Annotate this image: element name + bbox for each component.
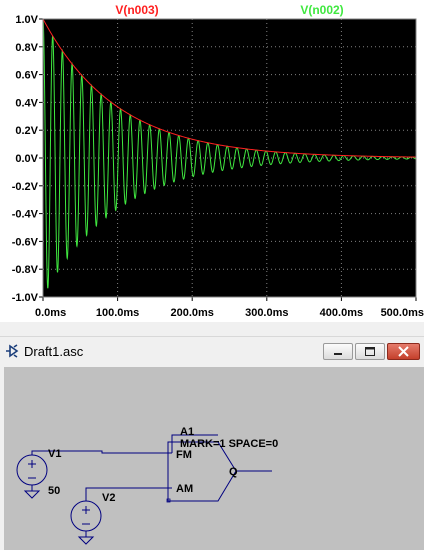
schematic-window: Draft1.asc A1 MARK=1 SPACE=0 FM AM Q V1 … (0, 336, 424, 550)
pane-splitter[interactable] (0, 322, 424, 336)
trace-label-vn003[interactable]: V(n003) (115, 3, 158, 17)
y-tick-label: 0.6V (15, 70, 38, 82)
y-tick-label: -0.6V (12, 236, 39, 248)
pin-q-label: Q (229, 466, 238, 478)
schematic-canvas[interactable]: A1 MARK=1 SPACE=0 FM AM Q V1 50 V2 (4, 367, 424, 550)
close-button[interactable] (387, 343, 420, 360)
v1-value-label: 50 (48, 485, 60, 497)
waveform-plot-pane[interactable]: 1.0V 0.8V 0.6V 0.4V 0.2V 0.0V -0.2V -0.4V -0.6V -… (0, 0, 424, 322)
modulator-a1[interactable]: A1 MARK=1 SPACE=0 FM AM Q (166, 426, 278, 503)
x-tick-label: 400.0ms (320, 307, 363, 319)
x-tick-label: 0.0ms (35, 307, 66, 319)
y-tick-label: 0.4V (15, 97, 38, 109)
x-tick-label: 500.0ms (381, 307, 424, 319)
window-titlebar[interactable]: Draft1.asc (0, 337, 424, 365)
trace-label-vn002[interactable]: V(n002) (300, 3, 343, 17)
y-tick-label: 0.0V (15, 153, 38, 165)
maximize-icon (365, 347, 375, 356)
y-tick-label: -0.2V (12, 181, 39, 193)
pin-fm-label: FM (176, 449, 192, 461)
minimize-button[interactable] (323, 343, 353, 360)
y-tick-label: 0.2V (15, 125, 38, 137)
schematic-drawing[interactable]: A1 MARK=1 SPACE=0 FM AM Q V1 50 V2 (4, 367, 424, 550)
voltage-source-v2[interactable]: V2 (70, 492, 115, 545)
x-tick-label: 200.0ms (170, 307, 213, 319)
waveform-plot[interactable]: 1.0V 0.8V 0.6V 0.4V 0.2V 0.0V -0.2V -0.4V -0.6V -… (0, 0, 424, 322)
minimize-icon (334, 353, 342, 355)
component-attrs: MARK=1 SPACE=0 (180, 438, 278, 450)
maximize-button[interactable] (355, 343, 385, 360)
y-tick-label: -1.0V (12, 292, 39, 304)
y-tick-label: 1.0V (15, 14, 38, 26)
v2-ref-label: V2 (102, 492, 115, 504)
wire-v2-am[interactable] (85, 487, 172, 501)
x-tick-label: 300.0ms (245, 307, 288, 319)
v1-ref-label: V1 (48, 448, 61, 460)
voltage-source-v1[interactable]: V1 50 (16, 448, 61, 499)
pin-am-label: AM (176, 483, 193, 495)
y-tick-label: 0.8V (15, 42, 38, 54)
close-icon (398, 346, 409, 357)
schematic-app-icon[interactable] (4, 343, 20, 359)
window-title: Draft1.asc (24, 344, 84, 359)
x-tick-label: 100.0ms (96, 307, 139, 319)
y-tick-label: -0.8V (12, 264, 39, 276)
component-ref: A1 (180, 426, 194, 438)
y-tick-label: -0.4V (12, 209, 39, 221)
